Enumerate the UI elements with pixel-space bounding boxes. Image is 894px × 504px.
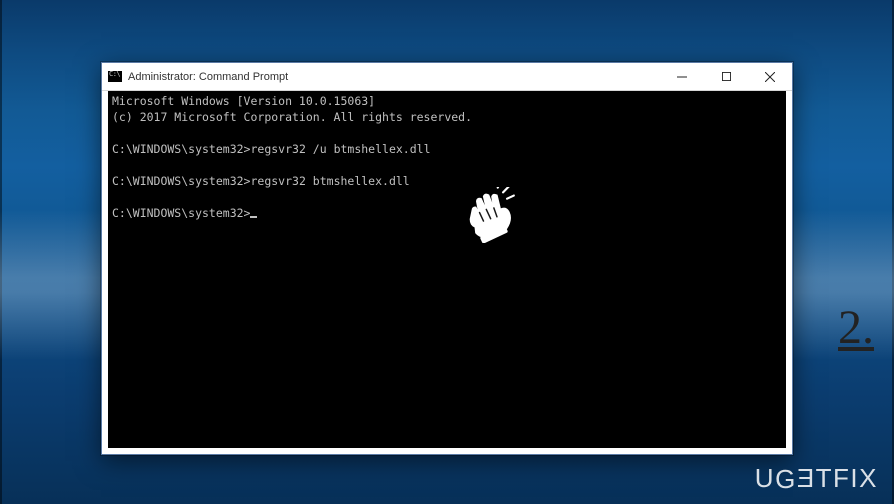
window-title-wrap: Administrator: Command Prompt [102, 71, 288, 83]
maximize-icon [722, 72, 731, 81]
banner-line-1: Microsoft Windows [Version 10.0.15063] [112, 94, 375, 108]
terminal-cursor [250, 216, 257, 218]
watermark: UGƎTFIX [755, 463, 878, 494]
minimize-button[interactable] [660, 63, 704, 90]
window-titlebar[interactable]: Administrator: Command Prompt [102, 63, 792, 91]
window-title-text: Administrator: Command Prompt [128, 71, 288, 83]
maximize-button[interactable] [704, 63, 748, 90]
history-line-1: C:\WINDOWS\system32>regsvr32 /u btmshell… [112, 142, 431, 156]
close-button[interactable] [748, 63, 792, 90]
minimize-icon [677, 72, 687, 82]
background-step-number: 2. [838, 300, 874, 355]
close-icon [765, 72, 775, 82]
window-controls [660, 63, 792, 90]
banner-line-2: (c) 2017 Microsoft Corporation. All righ… [112, 110, 472, 124]
terminal-output: Microsoft Windows [Version 10.0.15063] (… [112, 93, 782, 221]
cmd-icon [108, 71, 122, 82]
current-prompt: C:\WINDOWS\system32> [112, 206, 250, 220]
screenshot-left-border [0, 0, 2, 504]
command-prompt-window: Administrator: Command Prompt Microsof [101, 62, 793, 455]
terminal-area[interactable]: Microsoft Windows [Version 10.0.15063] (… [108, 91, 786, 448]
history-line-2: C:\WINDOWS\system32>regsvr32 btmshellex.… [112, 174, 410, 188]
